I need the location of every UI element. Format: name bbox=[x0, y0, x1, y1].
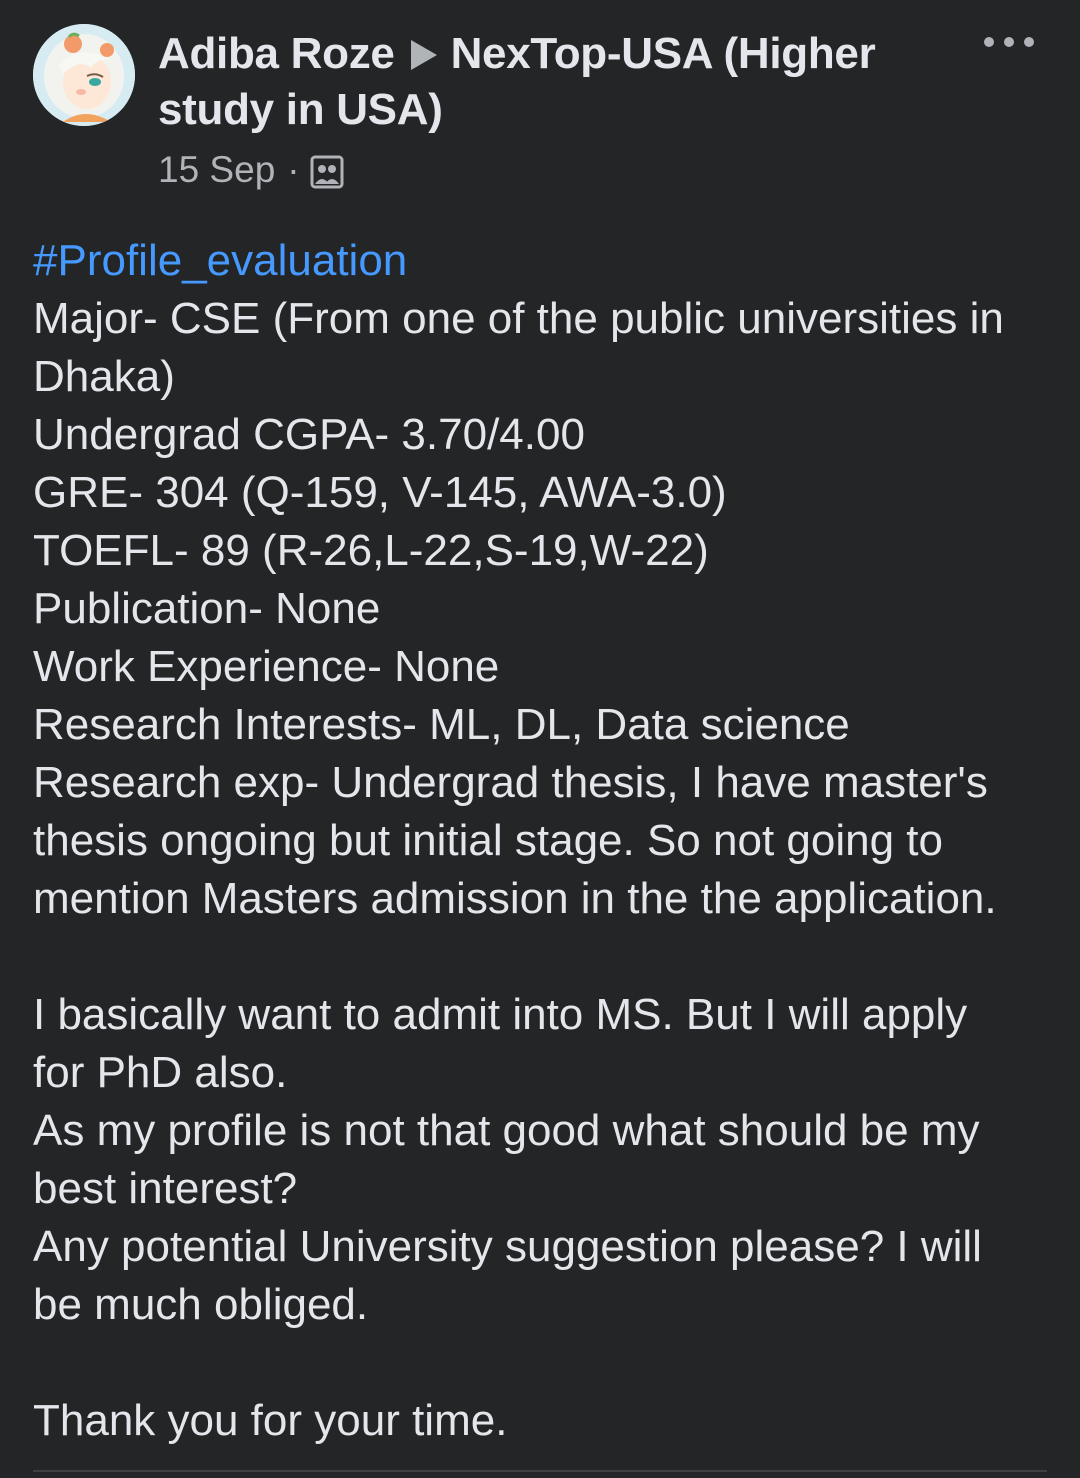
post-line: thesis ongoing but initial stage. So not… bbox=[33, 816, 943, 865]
author-avatar[interactable] bbox=[33, 24, 135, 126]
post-title-line-1: Adiba Roze NexTop-USA (Higher bbox=[158, 26, 958, 82]
meta-separator: · bbox=[287, 149, 300, 190]
post-line: mention Masters admission in the the app… bbox=[33, 874, 997, 923]
post-card: Adiba Roze NexTop-USA (Higher study in US… bbox=[0, 0, 1080, 1478]
post-line: be much obliged. bbox=[33, 1280, 369, 1329]
more-dot bbox=[1024, 37, 1034, 47]
group-name-continued[interactable]: study in USA) bbox=[158, 85, 443, 134]
post-line: Any potential University suggestion plea… bbox=[33, 1222, 982, 1271]
triangle-right-icon bbox=[410, 40, 437, 70]
post-line: Publication- None bbox=[33, 584, 381, 633]
author-name[interactable]: Adiba Roze bbox=[158, 29, 395, 78]
post-line: Dhaka) bbox=[33, 352, 175, 401]
more-dot bbox=[984, 37, 994, 47]
post-divider bbox=[33, 1470, 1047, 1472]
post-line: best interest? bbox=[33, 1164, 298, 1213]
post-line: GRE- 304 (Q-159, V-145, AWA-3.0) bbox=[33, 468, 727, 517]
post-line: Work Experience- None bbox=[33, 642, 500, 691]
post-line: Research Interests- ML, DL, Data science bbox=[33, 700, 850, 749]
more-dot bbox=[1004, 37, 1014, 47]
avatar-illustration-icon bbox=[33, 24, 135, 126]
post-date[interactable]: 15 Sep bbox=[158, 146, 275, 194]
post-line: Major- CSE (From one of the public unive… bbox=[33, 294, 1004, 343]
more-options-icon[interactable] bbox=[984, 28, 1034, 56]
hashtag-link[interactable]: #Profile_evaluation bbox=[33, 232, 1063, 290]
group-name[interactable]: NexTop-USA (Higher bbox=[451, 29, 876, 78]
post-body: #Profile_evaluation Major- CSE (From one… bbox=[33, 232, 1063, 1450]
post-header: Adiba Roze NexTop-USA (Higher study in US… bbox=[158, 26, 958, 138]
post-line: Undergrad CGPA- 3.70/4.00 bbox=[33, 410, 585, 459]
group-members-icon bbox=[310, 153, 344, 189]
post-line: Research exp- Undergrad thesis, I have m… bbox=[33, 758, 988, 807]
post-closing: Thank you for your time. bbox=[33, 1396, 508, 1445]
post-line: I basically want to admit into MS. But I… bbox=[33, 990, 968, 1039]
post-line: for PhD also. bbox=[33, 1048, 288, 1097]
post-title-line-2: study in USA) bbox=[158, 82, 958, 138]
post-line: TOEFL- 89 (R-26,L-22,S-19,W-22) bbox=[33, 526, 709, 575]
post-line: As my profile is not that good what shou… bbox=[33, 1106, 980, 1155]
post-meta: 15 Sep · bbox=[158, 146, 344, 194]
